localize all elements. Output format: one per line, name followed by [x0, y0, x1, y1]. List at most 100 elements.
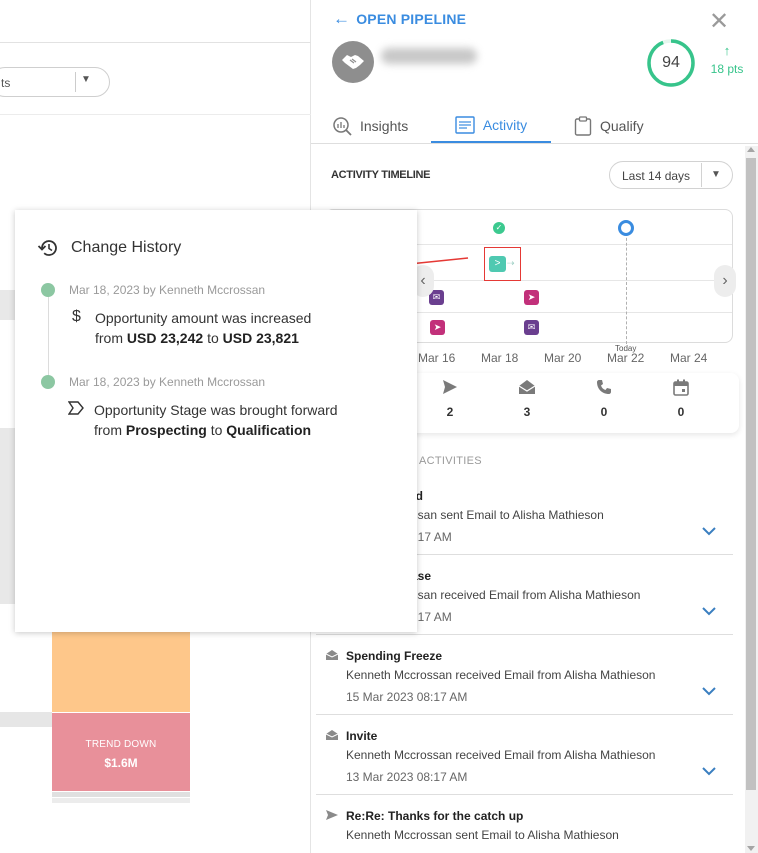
- stage-chevron-icon: [67, 401, 84, 420]
- chevron-down-icon[interactable]: [702, 683, 718, 699]
- email-received-icon: [325, 729, 339, 743]
- activity-title: Invite: [346, 729, 378, 743]
- activity-description: Kenneth Mccrossan sent Email to Alisha M…: [346, 828, 619, 842]
- trend-label: TREND DOWN: [85, 739, 157, 750]
- dollar-icon: $: [72, 308, 81, 325]
- history-entry-meta: Mar 18, 2023 by Kenneth Mccrossan: [69, 375, 266, 389]
- stage-icon: >: [489, 256, 506, 272]
- tab-qualify[interactable]: Qualify: [574, 108, 644, 144]
- history-connector: [48, 290, 49, 382]
- activity-item[interactable]: Re:Re: Thanks for the catch up Kenneth M…: [316, 795, 733, 853]
- activity-description: Kenneth Mccrossan received Email from Al…: [346, 748, 656, 762]
- trend-down-segment[interactable]: TREND DOWN $1.6M: [52, 713, 190, 791]
- chevron-right-icon[interactable]: ›: [714, 265, 736, 297]
- chart-segment: [52, 798, 190, 803]
- filter-select[interactable]: ts ▼: [0, 67, 110, 97]
- trend-value: $1.6M: [104, 756, 138, 770]
- range-select-value: Last 14 days: [622, 169, 691, 183]
- activity-item[interactable]: Spending Freeze Kenneth Mccrossan receiv…: [316, 635, 733, 715]
- app-root: ts ▼ TREND DOWN $1.6M ← OPEN PIPELINE ✕: [0, 0, 758, 853]
- activity-title: Re:Re: Thanks for the catch up: [346, 809, 524, 823]
- activity-date: 13 Mar 2023 08:17 AM: [346, 770, 468, 784]
- stat-emails-sent[interactable]: 2: [430, 373, 470, 419]
- envelope-open-icon: [507, 379, 547, 397]
- arrow-up-icon: ↑: [723, 43, 731, 58]
- tab-label: Activity: [482, 116, 528, 133]
- points-change: ↑ 18 pts: [703, 43, 751, 77]
- handshake-icon: [342, 55, 364, 69]
- change-history-title: Change History: [71, 239, 182, 256]
- back-link-label: OPEN PIPELINE: [356, 11, 467, 27]
- history-entry-dot: [41, 283, 55, 297]
- scroll-down-icon[interactable]: [747, 846, 755, 851]
- stat-count: 0: [600, 405, 608, 419]
- stat-meetings[interactable]: 0: [661, 373, 701, 419]
- stat-emails-received[interactable]: 3: [507, 373, 547, 419]
- activities-section-label: ACTIVITIES: [419, 455, 482, 467]
- drawer-tabs: Insights Activity Qualify: [311, 108, 758, 144]
- chevron-down-icon[interactable]: [702, 763, 718, 779]
- divider: [75, 72, 76, 92]
- tab-insights[interactable]: Insights: [332, 108, 408, 144]
- scroll-up-icon[interactable]: [747, 147, 755, 152]
- chart-segment: [52, 792, 190, 797]
- activity-date: 15 Mar 2023 08:17 AM: [346, 690, 468, 704]
- send-icon: [430, 379, 470, 397]
- date-tick: Mar 16: [418, 351, 456, 365]
- history-entry-text: Opportunity amount was increased from US…: [95, 308, 311, 348]
- arrow-left-icon: ←: [333, 9, 351, 28]
- range-select[interactable]: Last 14 days ▼: [609, 161, 733, 189]
- date-tick: Mar 22: [607, 351, 645, 365]
- activity-item[interactable]: Invite Kenneth Mccrossan received Email …: [316, 715, 733, 795]
- tab-label: Qualify: [600, 118, 644, 134]
- tab-activity[interactable]: Activity: [431, 108, 551, 143]
- date-tick: Mar 18: [481, 351, 519, 365]
- filter-select-value: ts: [1, 76, 11, 90]
- stage-change-marker[interactable]: > ⇢: [484, 247, 521, 281]
- chevron-down-icon[interactable]: ▼: [81, 74, 91, 85]
- stat-calls[interactable]: 0: [584, 373, 624, 419]
- change-history-header: Change History: [37, 238, 181, 258]
- account-name-blurred: [381, 48, 477, 64]
- history-entry-line: Opportunity amount was increased: [95, 310, 312, 326]
- change-history-popover: Change History Mar 18, 2023 by Kenneth M…: [15, 210, 417, 632]
- scrollbar[interactable]: [745, 146, 758, 853]
- scrollbar-thumb[interactable]: [746, 158, 756, 790]
- today-marker-dot: [618, 220, 634, 236]
- history-entry-text: Opportunity Stage was brought forward fr…: [94, 400, 338, 440]
- send-icon: [325, 809, 339, 823]
- history-entry-change: from USD 23,242 to USD 23,821: [95, 330, 299, 346]
- divider: [701, 163, 702, 187]
- email-received-icon: [325, 649, 339, 663]
- email-sent-icon[interactable]: ➤: [430, 320, 445, 335]
- divider: [0, 42, 311, 43]
- check-icon[interactable]: ✓: [493, 222, 505, 234]
- chart-block: [0, 712, 52, 727]
- back-to-pipeline-link[interactable]: ← OPEN PIPELINE: [333, 9, 466, 29]
- score-ring: 94: [646, 38, 696, 88]
- stat-count: 0: [677, 405, 685, 419]
- divider: [0, 114, 311, 115]
- date-tick: Mar 20: [544, 351, 582, 365]
- activity-list-icon: [455, 115, 475, 134]
- points-label: 18 pts: [710, 62, 744, 76]
- insights-icon: [333, 117, 352, 136]
- close-icon[interactable]: ✕: [707, 10, 731, 34]
- chevron-down-icon[interactable]: ▼: [711, 169, 721, 180]
- history-entry-meta: Mar 18, 2023 by Kenneth Mccrossan: [69, 283, 266, 297]
- email-sent-icon[interactable]: ➤: [524, 290, 539, 305]
- email-received-icon[interactable]: ✉: [524, 320, 539, 335]
- date-tick: Mar 24: [670, 351, 708, 365]
- history-icon: [37, 240, 57, 256]
- activity-description: rossan received Email from Alisha Mathie…: [401, 588, 641, 602]
- stage-trail-icon: ⇢: [507, 258, 515, 268]
- today-marker-line: [626, 228, 627, 344]
- chart-segment-orange: [52, 630, 190, 712]
- activity-stats-card: 2 3 0 0: [409, 373, 739, 433]
- chevron-down-icon[interactable]: [702, 603, 718, 619]
- chevron-down-icon[interactable]: [702, 523, 718, 539]
- stat-count: 2: [446, 405, 454, 419]
- stat-count: 3: [523, 405, 531, 419]
- history-entry-line: Opportunity Stage was brought forward: [94, 402, 338, 418]
- history-entry-dot: [41, 375, 55, 389]
